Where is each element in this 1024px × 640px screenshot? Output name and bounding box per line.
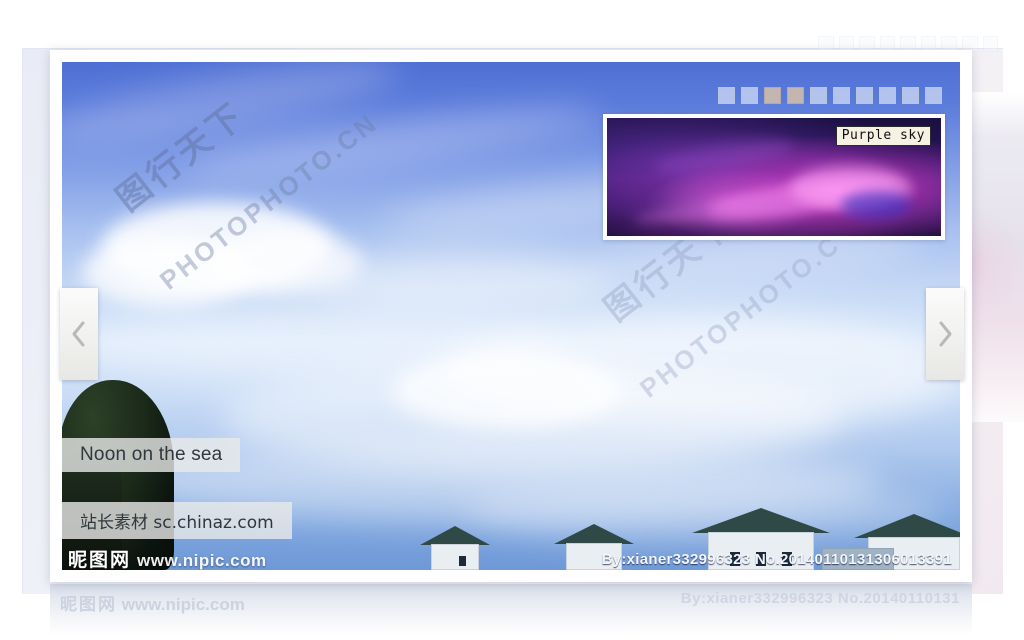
pagination-item-3[interactable] xyxy=(764,87,781,104)
photo-canvas: 图行天下 PHOTOPHOTO.CN 图行天下 PHOTOPHOTO.C Pur… xyxy=(62,62,960,570)
reflection-credit: By:xianer332996323 No.20140110131 xyxy=(680,590,960,607)
cloud-band xyxy=(442,312,960,432)
cloud-wisp xyxy=(62,310,562,380)
cloud-puff xyxy=(82,237,252,307)
chevron-left-icon xyxy=(70,319,88,349)
reflection-nipic-cn: 昵图网 xyxy=(60,595,117,615)
photophoto-cn-glyphs: 图行天下 xyxy=(108,94,254,220)
cloud-wisp xyxy=(181,92,603,192)
nipic-watermark: 昵图网 www.nipic.com xyxy=(68,545,267,570)
pagination-item-8[interactable] xyxy=(879,87,896,104)
pagination-item-9[interactable] xyxy=(902,87,919,104)
house-roof xyxy=(554,524,634,544)
photophoto-url-text-2: PHOTOPHOTO.C xyxy=(634,228,847,404)
pagination-item-7[interactable] xyxy=(856,87,873,104)
pagination-item-4[interactable] xyxy=(787,87,804,104)
house-body xyxy=(431,544,479,570)
preview-thumbnail-image[interactable]: Purple sky xyxy=(607,118,941,236)
cloud-wisp xyxy=(312,252,612,312)
frame-reflection: 昵图网 www.nipic.com By:xianer332996323 No.… xyxy=(50,584,972,636)
next-image-button[interactable] xyxy=(926,288,964,380)
reflection-nipic-watermark: 昵图网 www.nipic.com xyxy=(60,590,245,615)
nipic-url: www.nipic.com xyxy=(137,551,267,570)
house-roof xyxy=(692,508,830,533)
pagination-thumbnails[interactable] xyxy=(718,87,942,104)
house xyxy=(420,526,490,570)
reflection-nipic-url: www.nipic.com xyxy=(121,595,245,614)
house-roof xyxy=(420,526,490,545)
photo-credit: By:xianer332996323 No.201401101313060133… xyxy=(601,551,952,568)
cloud-wisp xyxy=(62,62,404,159)
house-roof xyxy=(854,514,960,538)
screenshot-root: 昵图网 www.nipic.com By:xianer332996323 No.… xyxy=(0,0,1024,640)
house-window xyxy=(459,556,466,566)
cloud-band xyxy=(222,362,842,472)
pagination-item-10[interactable] xyxy=(925,87,942,104)
preview-thumbnail-panel[interactable]: Purple sky xyxy=(603,114,945,240)
pagination-item-1[interactable] xyxy=(718,87,735,104)
preview-label: Purple sky xyxy=(835,126,931,146)
photophoto-url-watermark-2: PHOTOPHOTO.C xyxy=(634,229,847,405)
chevron-right-icon xyxy=(936,319,954,349)
cloud-puff xyxy=(212,230,362,294)
photophoto-watermark: 图行天下 xyxy=(104,88,254,220)
cloud-puff xyxy=(392,352,622,430)
cloud-streak xyxy=(652,131,795,182)
pagination-item-6[interactable] xyxy=(833,87,850,104)
ghost-thumb xyxy=(982,36,999,52)
pagination-item-5[interactable] xyxy=(810,87,827,104)
cloud-puff xyxy=(102,202,332,292)
prev-image-button[interactable] xyxy=(60,288,98,380)
cloud-streak xyxy=(840,191,911,220)
photophoto-url-watermark: PHOTOPHOTO.CN xyxy=(154,107,384,296)
photophoto-url-text: PHOTOPHOTO.CN xyxy=(154,107,384,296)
photo-frame: 图行天下 PHOTOPHOTO.CN 图行天下 PHOTOPHOTO.C Pur… xyxy=(50,50,972,582)
nipic-cn-glyphs: 昵图网 xyxy=(68,549,132,570)
photo-source-caption: 站长素材 sc.chinaz.com xyxy=(62,502,292,539)
photo-title-caption: Noon on the sea xyxy=(62,438,241,472)
cloud-streak xyxy=(633,191,815,228)
pagination-item-2[interactable] xyxy=(741,87,758,104)
